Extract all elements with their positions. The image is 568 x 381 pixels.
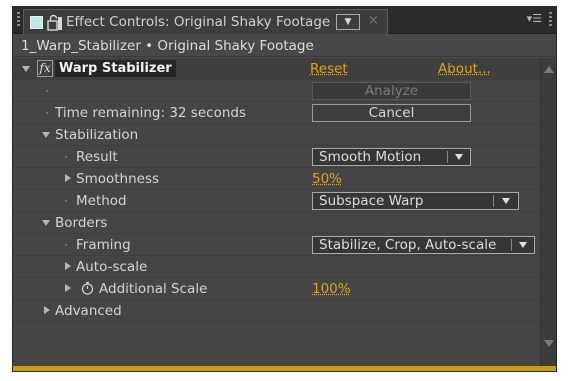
scroll-up-icon[interactable] [544,66,554,73]
stopwatch-icon[interactable] [81,281,94,295]
expand-triangle-icon[interactable] [65,262,71,270]
dropdown-menu-icon[interactable]: ▼ [336,14,360,30]
smoothness-label: Smoothness [76,171,160,187]
tree-dot [46,112,48,114]
method-value: Subspace Warp [319,193,424,209]
layer-breadcrumb-text: 1_Warp_Stabilizer • Original Shaky Foota… [21,38,314,54]
result-dropdown[interactable]: Smooth Motion [312,148,471,166]
panel-grip-icon[interactable] [17,12,20,28]
analyze-button[interactable]: Analyze [312,82,471,100]
effect-controls-panel: Effect Controls: Original Shaky Footage … [12,6,557,372]
chevron-down-icon [519,242,527,248]
smoothness-value[interactable]: 50% [312,171,342,187]
expand-triangle-icon[interactable] [65,284,71,292]
smoothness-row: Smoothness 50% [13,168,540,190]
result-value: Smooth Motion [319,149,422,165]
tree-dot [65,200,67,202]
fx-toggle-icon[interactable]: fx [37,60,53,77]
method-row: Method Subspace Warp [13,190,540,212]
reset-link[interactable]: Reset [310,61,348,77]
panel-color-icon [30,16,43,29]
collapse-triangle-icon[interactable] [42,132,50,138]
panel-grip-right-icon[interactable] [549,12,552,28]
tree-dot [46,90,48,92]
analyze-row: Analyze [13,80,540,102]
additional-scale-value[interactable]: 100% [312,281,351,297]
framing-row: Framing Stabilize, Crop, Auto-scale [13,234,540,256]
collapse-triangle-icon[interactable] [42,220,50,226]
panel-menu-icon[interactable]: ▾☰ [527,12,542,25]
expand-triangle-icon[interactable] [65,174,71,182]
lock-icon[interactable] [47,14,63,31]
stabilization-label: Stabilization [55,127,139,143]
cancel-button[interactable]: Cancel [312,104,471,122]
effect-properties-list: fx Warp Stabilizer Reset About... Analyz… [13,58,540,369]
effect-header-row: fx Warp Stabilizer Reset About... [13,58,540,80]
screenshot-frame: Effect Controls: Original Shaky Footage … [0,0,568,381]
tree-dot [65,244,67,246]
additional-scale-row: Additional Scale 100% [13,278,540,300]
framing-value: Stabilize, Crop, Auto-scale [319,237,497,253]
time-remaining-text: Time remaining: 32 seconds [55,105,246,121]
stabilization-group-row[interactable]: Stabilization [13,124,540,146]
dropdown-separator [493,195,494,207]
chevron-down-icon [502,198,510,204]
scroll-down-icon[interactable] [544,340,554,347]
borders-label: Borders [55,215,108,231]
framing-dropdown[interactable]: Stabilize, Crop, Auto-scale [312,236,535,254]
result-label: Result [76,149,118,165]
dropdown-separator [447,151,448,163]
autoscale-label: Auto-scale [76,259,148,275]
time-remaining-row: Time remaining: 32 seconds Cancel [13,102,540,124]
framing-label: Framing [76,237,131,253]
result-row: Result Smooth Motion [13,146,540,168]
additional-scale-label: Additional Scale [99,281,208,297]
tree-dot [65,156,67,158]
expand-triangle-icon[interactable] [44,306,50,314]
close-icon[interactable]: × [368,13,379,28]
collapse-triangle-icon[interactable] [22,66,30,72]
chevron-down-icon [455,154,463,160]
about-link[interactable]: About... [438,61,491,77]
method-label: Method [76,193,127,209]
advanced-label: Advanced [55,303,122,319]
tab-effect-controls[interactable]: Effect Controls: Original Shaky Footage … [23,9,388,34]
dropdown-separator [511,239,512,251]
autoscale-row: Auto-scale [13,256,540,278]
method-dropdown[interactable]: Subspace Warp [312,192,519,210]
tab-title: Effect Controls: Original Shaky Footage [66,14,331,30]
borders-group-row[interactable]: Borders [13,212,540,234]
layer-breadcrumb: 1_Warp_Stabilizer • Original Shaky Foota… [13,35,556,57]
vertical-scrollbar[interactable] [540,58,556,369]
advanced-group-row[interactable]: Advanced [13,300,540,322]
effect-name[interactable]: Warp Stabilizer [55,60,176,77]
panel-tab-strip: Effect Controls: Original Shaky Footage … [13,7,556,34]
